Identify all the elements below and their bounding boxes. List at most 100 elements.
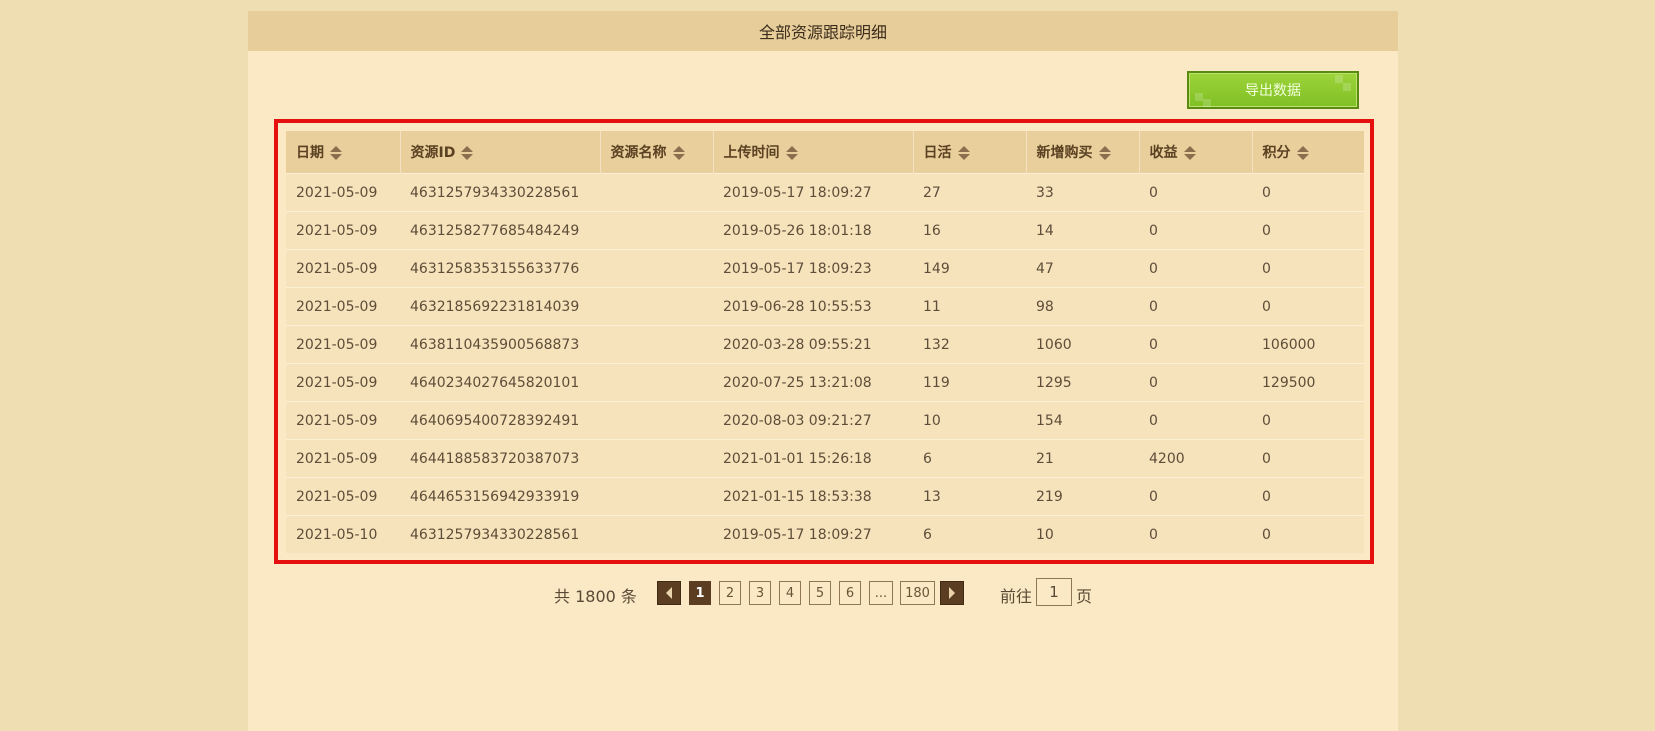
sort-icon[interactable] [957, 145, 970, 161]
cell-resource-name [600, 439, 713, 478]
cell-date: 2021-05-09 [286, 477, 400, 516]
cell-daily-active: 119 [913, 363, 1026, 402]
cell-points: 0 [1252, 477, 1364, 516]
pagination: 共 1800 条 1 2 3 4 5 6 ... 180 前往 页 [0, 578, 1655, 608]
table-header-row: 日期 资源ID 资源名称 上传时间 日活 新增购买 收益 积分 [286, 131, 1364, 174]
cell-upload-time: 2020-03-28 09:55:21 [713, 325, 913, 364]
cell-resource-id: 4631258277685484249 [400, 211, 600, 250]
prev-page-button[interactable] [657, 581, 681, 605]
cell-resource-id: 4632185692231814039 [400, 287, 600, 326]
cell-resource-id: 4631258353155633776 [400, 249, 600, 288]
button-pixel-decoration [1195, 93, 1203, 101]
cell-new-purchases: 1060 [1026, 325, 1139, 364]
export-data-label: 导出数据 [1245, 83, 1301, 99]
cell-daily-active: 149 [913, 249, 1026, 288]
cell-new-purchases: 10 [1026, 515, 1139, 553]
column-header-new-purchases[interactable]: 新增购买 [1026, 131, 1140, 174]
column-header-points[interactable]: 积分 [1252, 131, 1364, 174]
cell-resource-name [600, 249, 713, 288]
cell-resource-name [600, 363, 713, 402]
sort-icon[interactable] [461, 145, 474, 161]
sort-icon[interactable] [1296, 145, 1309, 161]
cell-date: 2021-05-09 [286, 439, 400, 478]
cell-new-purchases: 1295 [1026, 363, 1139, 402]
table-row: 2021-05-09 4640695400728392491 2020-08-0… [286, 401, 1364, 440]
cell-upload-time: 2019-05-17 18:09:23 [713, 249, 913, 288]
export-data-button[interactable]: 导出数据 [1187, 71, 1359, 109]
cell-daily-active: 11 [913, 287, 1026, 326]
cell-resource-id: 4631257934330228561 [400, 173, 600, 212]
table-row: 2021-05-09 4644653156942933919 2021-01-1… [286, 477, 1364, 516]
goto-prefix-label: 前往 [1000, 587, 1033, 606]
cell-new-purchases: 33 [1026, 173, 1139, 212]
cell-date: 2021-05-09 [286, 211, 400, 250]
table-row: 2021-05-10 4631257934330228561 2019-05-1… [286, 515, 1364, 553]
column-header-upload-time[interactable]: 上传时间 [713, 131, 914, 174]
cell-daily-active: 10 [913, 401, 1026, 440]
page-button-5[interactable]: 5 [809, 581, 831, 605]
column-header-date[interactable]: 日期 [286, 131, 401, 174]
page-button-3[interactable]: 3 [749, 581, 771, 605]
table-row: 2021-05-09 4644188583720387073 2021-01-0… [286, 439, 1364, 478]
table-row: 2021-05-09 4638110435900568873 2020-03-2… [286, 325, 1364, 364]
page-button-last[interactable]: 180 [900, 581, 935, 605]
cell-revenue: 0 [1139, 173, 1252, 212]
sort-icon[interactable] [785, 145, 798, 161]
cell-daily-active: 16 [913, 211, 1026, 250]
button-pixel-decoration [1203, 99, 1211, 107]
cell-date: 2021-05-09 [286, 325, 400, 364]
cell-revenue: 0 [1139, 477, 1252, 516]
arrow-right-icon [949, 587, 955, 599]
cell-resource-name [600, 325, 713, 364]
cell-resource-id: 4640695400728392491 [400, 401, 600, 440]
cell-new-purchases: 98 [1026, 287, 1139, 326]
sort-icon[interactable] [672, 145, 685, 161]
cell-date: 2021-05-10 [286, 515, 400, 553]
page-button-4[interactable]: 4 [779, 581, 801, 605]
button-pixel-decoration [1343, 83, 1351, 91]
sort-icon[interactable] [1183, 145, 1196, 161]
cell-resource-name [600, 477, 713, 516]
table-row: 2021-05-09 4632185692231814039 2019-06-2… [286, 287, 1364, 326]
page-button-6[interactable]: 6 [839, 581, 861, 605]
cell-resource-id: 4640234027645820101 [400, 363, 600, 402]
cell-revenue: 0 [1139, 325, 1252, 364]
sort-icon[interactable] [1098, 145, 1111, 161]
column-header-revenue[interactable]: 收益 [1139, 131, 1253, 174]
cell-revenue: 0 [1139, 515, 1252, 553]
resource-tracking-table: 日期 资源ID 资源名称 上传时间 日活 新增购买 收益 积分 2021-05-… [286, 131, 1364, 553]
goto-page-input[interactable] [1036, 578, 1072, 606]
column-header-daily-active[interactable]: 日活 [913, 131, 1027, 174]
cell-new-purchases: 14 [1026, 211, 1139, 250]
cell-upload-time: 2019-05-17 18:09:27 [713, 515, 913, 553]
page-button-1[interactable]: 1 [689, 581, 711, 605]
cell-resource-name [600, 515, 713, 553]
cell-revenue: 0 [1139, 287, 1252, 326]
cell-points: 0 [1252, 401, 1364, 440]
cell-points: 0 [1252, 439, 1364, 478]
cell-revenue: 0 [1139, 249, 1252, 288]
cell-upload-time: 2019-06-28 10:55:53 [713, 287, 913, 326]
sort-icon[interactable] [330, 145, 342, 161]
cell-points: 106000 [1252, 325, 1364, 364]
arrow-left-icon [666, 587, 672, 599]
cell-date: 2021-05-09 [286, 249, 400, 288]
cell-date: 2021-05-09 [286, 173, 400, 212]
cell-points: 0 [1252, 249, 1364, 288]
page-title: 全部资源跟踪明细 [248, 11, 1398, 51]
next-page-button[interactable] [940, 581, 964, 605]
page-ellipsis-button[interactable]: ... [869, 581, 893, 605]
cell-daily-active: 132 [913, 325, 1026, 364]
table-row: 2021-05-09 4631258277685484249 2019-05-2… [286, 211, 1364, 250]
cell-points: 0 [1252, 173, 1364, 212]
column-header-resource-id[interactable]: 资源ID [400, 131, 601, 174]
page-button-2[interactable]: 2 [719, 581, 741, 605]
cell-date: 2021-05-09 [286, 363, 400, 402]
table-row: 2021-05-09 4631257934330228561 2019-05-1… [286, 173, 1364, 212]
cell-resource-id: 4644653156942933919 [400, 477, 600, 516]
column-header-resource-name[interactable]: 资源名称 [600, 131, 714, 174]
cell-upload-time: 2020-07-25 13:21:08 [713, 363, 913, 402]
cell-upload-time: 2019-05-26 18:01:18 [713, 211, 913, 250]
cell-resource-name [600, 211, 713, 250]
button-pixel-decoration [1335, 75, 1343, 83]
